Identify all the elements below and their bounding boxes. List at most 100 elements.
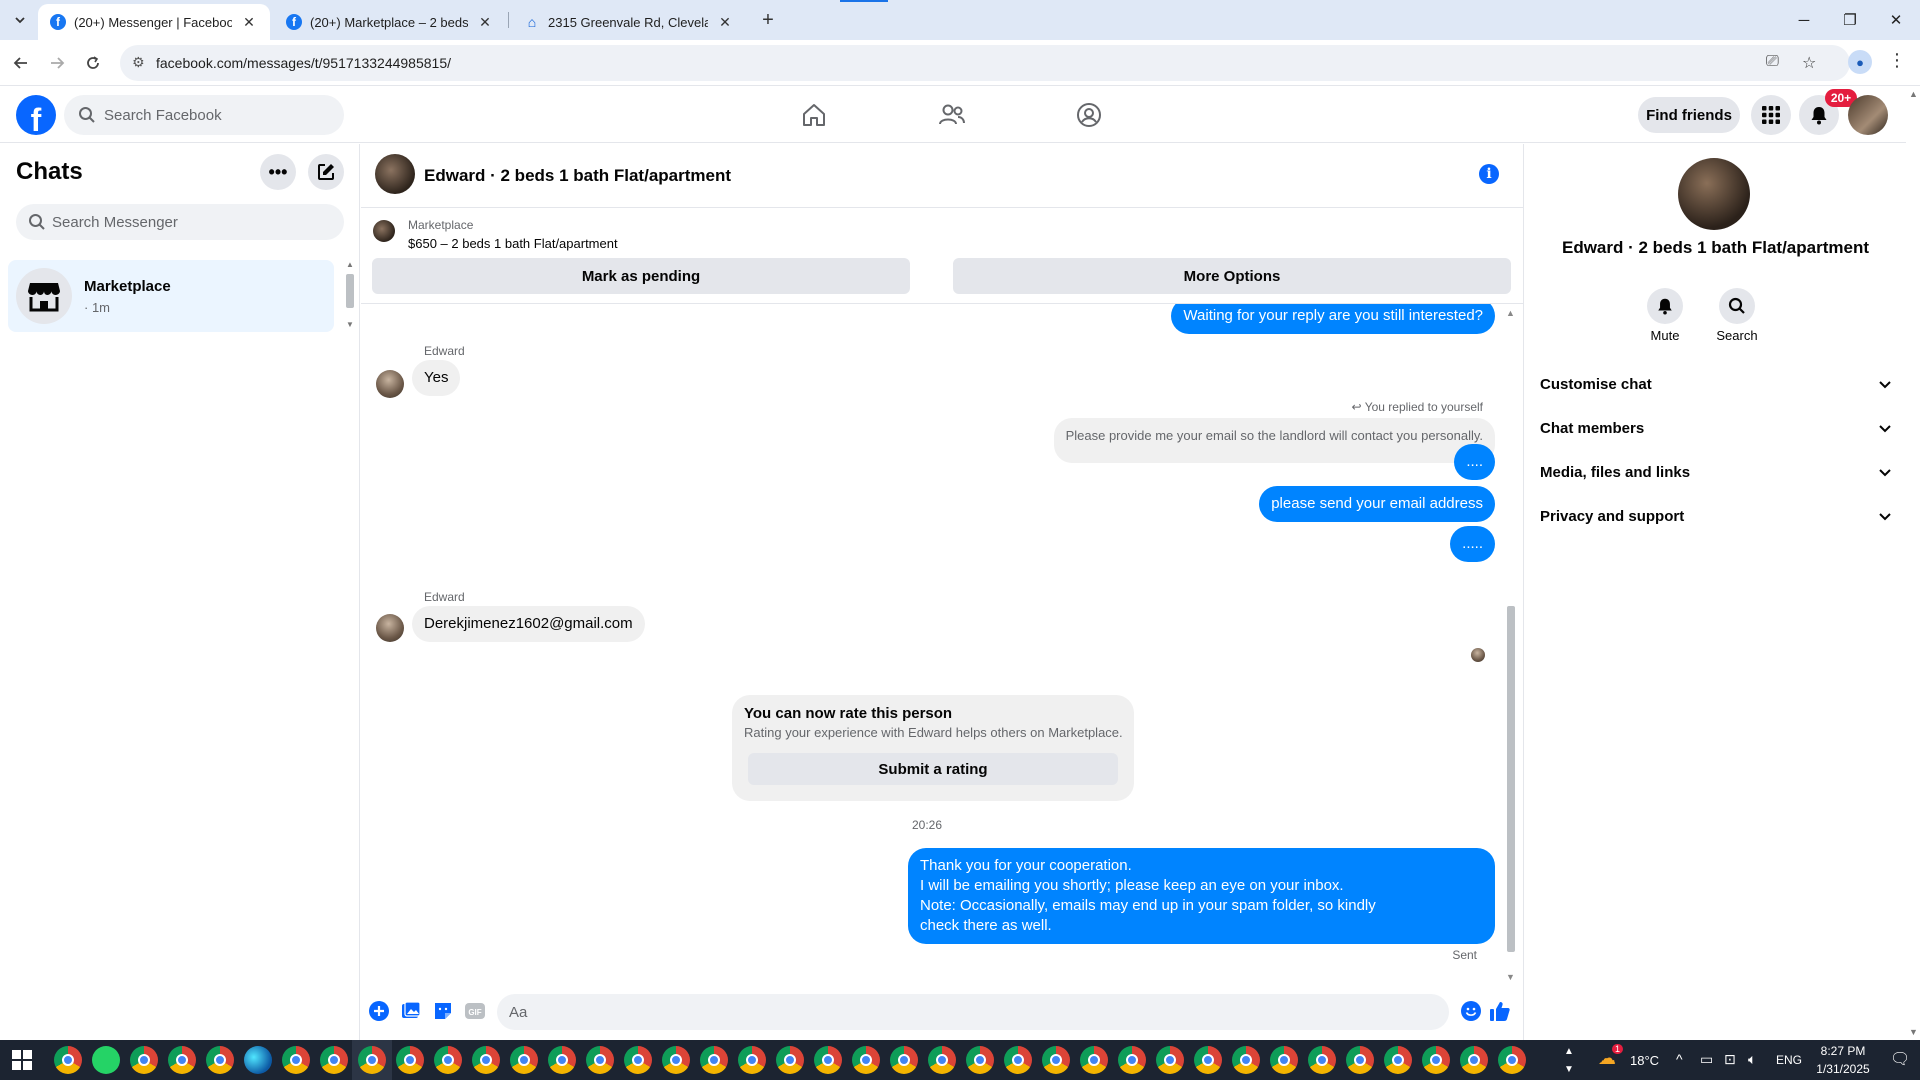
info-icon[interactable]: i	[1479, 164, 1499, 184]
conversation-avatar[interactable]	[375, 154, 415, 194]
outgoing-message[interactable]: please send your email address	[1259, 486, 1495, 522]
close-icon[interactable]: ✕	[716, 14, 734, 31]
chrome-icon[interactable]	[586, 1046, 614, 1074]
chat-list-item-marketplace[interactable]: Marketplace · 1m	[8, 260, 334, 332]
chrome-icon[interactable]	[1232, 1046, 1260, 1074]
clock-date[interactable]: 1/31/2025	[1808, 1062, 1878, 1076]
browser-menu-icon[interactable]: ⋮	[1888, 50, 1906, 71]
browser-tab-messenger[interactable]: f (20+) Messenger | Facebook ✕	[38, 4, 270, 40]
chrome-icon[interactable]	[206, 1046, 234, 1074]
chrome-icon[interactable]	[548, 1046, 576, 1074]
messenger-search-input[interactable]: Search Messenger	[16, 204, 344, 240]
chrome-icon[interactable]	[396, 1046, 424, 1074]
nav-profile[interactable]	[1075, 101, 1103, 129]
sender-avatar[interactable]	[376, 370, 404, 398]
chrome-icon[interactable]	[1194, 1046, 1222, 1074]
listing-thumbnail[interactable]	[373, 220, 395, 242]
chat-list-scrollbar[interactable]: ▲ ▼	[344, 260, 356, 332]
weather-temperature[interactable]: 18°C	[1630, 1053, 1659, 1068]
outgoing-message[interactable]: .....	[1450, 526, 1495, 562]
tray-scroll-down-icon[interactable]: ▼	[1564, 1064, 1574, 1075]
volume-icon[interactable]: 🔈︎	[1748, 1051, 1756, 1068]
chrome-icon[interactable]	[358, 1046, 386, 1074]
chrome-icon[interactable]	[1308, 1046, 1336, 1074]
outgoing-message[interactable]: Waiting for your reply are you still int…	[1171, 304, 1495, 334]
scroll-down-icon[interactable]: ▼	[1909, 1027, 1918, 1037]
outgoing-message-final[interactable]: Thank you for your cooperation. I will b…	[908, 848, 1495, 944]
nav-friends[interactable]	[938, 101, 966, 129]
install-app-icon[interactable]: ⎚	[1766, 53, 1779, 71]
gif-button[interactable]: GIF	[464, 1000, 486, 1022]
contact-avatar[interactable]	[1678, 158, 1750, 230]
scroll-up-icon[interactable]: ▲	[1909, 89, 1918, 99]
chrome-icon[interactable]	[624, 1046, 652, 1074]
whatsapp-icon[interactable]	[92, 1046, 120, 1074]
chrome-icon[interactable]	[54, 1046, 82, 1074]
chrome-icon[interactable]	[662, 1046, 690, 1074]
menu-button[interactable]	[1751, 95, 1791, 135]
more-actions-button[interactable]	[368, 1000, 390, 1022]
section-media-files-links[interactable]: Media, files and links	[1540, 452, 1892, 492]
section-privacy-support[interactable]: Privacy and support	[1540, 496, 1892, 536]
chrome-icon[interactable]	[130, 1046, 158, 1074]
sender-avatar[interactable]	[376, 614, 404, 642]
site-info-icon[interactable]: ⚙	[132, 54, 145, 71]
chrome-icon[interactable]	[168, 1046, 196, 1074]
quoted-message[interactable]: Please provide me your email so the land…	[1053, 418, 1495, 463]
chrome-icon[interactable]	[1156, 1046, 1184, 1074]
chrome-icon[interactable]	[966, 1046, 994, 1074]
forward-button[interactable]	[44, 50, 70, 76]
close-window-button[interactable]: ✕	[1880, 8, 1912, 32]
chrome-icon[interactable]	[472, 1046, 500, 1074]
close-icon[interactable]: ✕	[476, 14, 494, 31]
scroll-up-icon[interactable]: ▲	[1506, 308, 1515, 318]
find-friends-button[interactable]: Find friends	[1638, 97, 1740, 133]
emoji-button[interactable]	[1460, 1000, 1482, 1022]
chrome-icon[interactable]	[1270, 1046, 1298, 1074]
reload-button[interactable]	[80, 50, 106, 76]
chrome-icon[interactable]	[1422, 1046, 1450, 1074]
chrome-icon[interactable]	[776, 1046, 804, 1074]
nav-home[interactable]	[800, 101, 828, 129]
attach-photo-button[interactable]	[400, 1000, 422, 1022]
tray-scroll-up-icon[interactable]: ▲	[1564, 1046, 1574, 1057]
bookmark-star-icon[interactable]: ☆	[1802, 53, 1816, 73]
chrome-icon[interactable]	[1384, 1046, 1412, 1074]
address-bar[interactable]: ⚙ facebook.com/messages/t/95171332449858…	[120, 45, 1850, 81]
new-message-button[interactable]	[308, 154, 344, 190]
incoming-message-email[interactable]: Derekjimenez1602@gmail.com	[412, 606, 645, 642]
chrome-icon[interactable]	[434, 1046, 462, 1074]
chrome-icon[interactable]	[320, 1046, 348, 1074]
start-button[interactable]	[12, 1050, 32, 1070]
submit-rating-button[interactable]: Submit a rating	[748, 753, 1118, 785]
meet-now-icon[interactable]: ▭	[1700, 1051, 1713, 1068]
chrome-icon[interactable]	[1080, 1046, 1108, 1074]
tray-overflow-icon[interactable]: ^	[1676, 1051, 1683, 1067]
like-button[interactable]	[1489, 1000, 1511, 1022]
message-input[interactable]: Aa	[497, 994, 1449, 1030]
mute-action[interactable]: Mute	[1635, 288, 1695, 343]
conversation-title[interactable]: Edward · 2 beds 1 bath Flat/apartment	[424, 166, 731, 186]
chrome-icon[interactable]	[282, 1046, 310, 1074]
incoming-message[interactable]: Yes	[412, 360, 461, 396]
chrome-icon[interactable]	[1004, 1046, 1032, 1074]
edge-browser-icon[interactable]	[244, 1046, 272, 1074]
back-button[interactable]	[8, 50, 34, 76]
notification-center-icon[interactable]: 🗨︎	[1890, 1049, 1910, 1069]
section-customise-chat[interactable]: Customise chat	[1540, 364, 1892, 404]
language-indicator[interactable]: ENG	[1776, 1053, 1802, 1067]
scroll-down-icon[interactable]: ▼	[1506, 972, 1515, 982]
facebook-logo-icon[interactable]: f	[16, 95, 56, 135]
scrollbar-thumb[interactable]	[346, 274, 354, 308]
page-scrollbar[interactable]: ▲ ▼	[1906, 87, 1920, 1040]
account-avatar[interactable]	[1848, 95, 1888, 135]
section-chat-members[interactable]: Chat members	[1540, 408, 1892, 448]
mark-as-pending-button[interactable]: Mark as pending	[372, 258, 910, 294]
chats-options-button[interactable]: •••	[260, 154, 296, 190]
more-options-button[interactable]: More Options	[953, 258, 1511, 294]
chrome-icon[interactable]	[700, 1046, 728, 1074]
chrome-icon[interactable]	[510, 1046, 538, 1074]
search-in-conversation-action[interactable]: Search	[1707, 288, 1767, 343]
scroll-up-icon[interactable]: ▲	[346, 260, 354, 269]
chrome-icon[interactable]	[738, 1046, 766, 1074]
